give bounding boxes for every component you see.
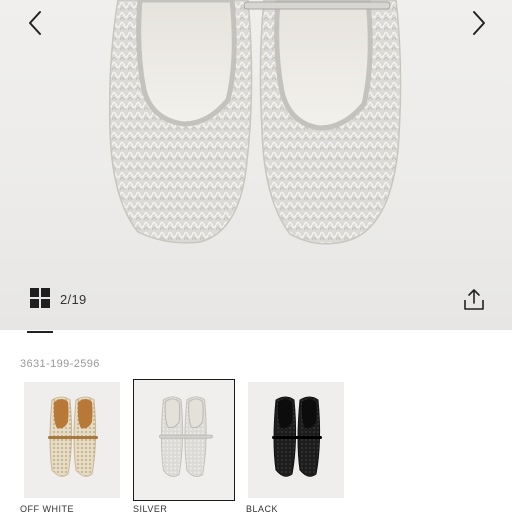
variant-thumb-off-white[interactable] [24,382,120,498]
variant-image-off-white [24,382,120,498]
image-counter: 2/19 [60,292,87,307]
variant-label-silver: SILVER [133,504,168,514]
share-button[interactable] [462,288,486,312]
product-sku: 3631-199-2596 [20,358,100,370]
variant-label-black: BLACK [246,504,279,514]
variant-label-off-white: OFF WHITE [20,504,74,514]
share-icon [464,289,484,310]
variant-thumb-silver[interactable] [133,379,235,501]
chevron-left-icon [29,11,41,35]
grid-view-button[interactable] [30,288,50,308]
product-image [108,0,402,245]
chevron-right-icon [473,11,485,35]
color-variant-list: OFF WHITE SILVER BLACK [0,378,512,514]
product-image-carousel[interactable]: 2/19 [0,0,512,330]
next-image-button[interactable] [464,8,494,38]
variant-image-black [248,382,344,498]
variant-image-silver [134,380,234,500]
variant-thumb-black[interactable] [248,382,344,498]
active-tab-indicator [27,331,53,333]
previous-image-button[interactable] [20,8,50,38]
